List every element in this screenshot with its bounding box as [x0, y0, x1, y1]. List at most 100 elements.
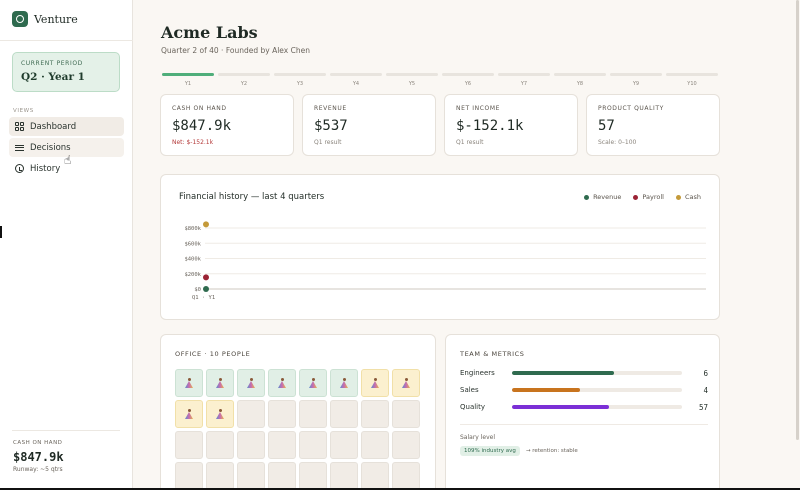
desk-occupied[interactable] — [330, 369, 358, 397]
desk-empty[interactable] — [206, 431, 234, 459]
legend-label: Payroll — [642, 193, 664, 201]
stat-value: $-152.1k — [456, 118, 524, 134]
timeline-label: Y6 — [464, 81, 472, 87]
metric-name: Sales — [460, 386, 479, 394]
desk-empty[interactable] — [175, 462, 203, 490]
timeline-segment — [442, 73, 494, 76]
desk-empty[interactable] — [330, 431, 358, 459]
metric-value: 6 — [703, 368, 708, 378]
metric-row-sales: Sales 4 — [460, 385, 708, 395]
legend-dot — [633, 194, 639, 200]
desk-empty[interactable] — [299, 462, 327, 490]
desk-occupied[interactable] — [392, 369, 420, 397]
timeline-label: Y2 — [240, 81, 248, 87]
timeline-label: Y7 — [520, 81, 528, 87]
stat-label: Cash on hand — [172, 105, 227, 112]
desk-occupied[interactable] — [361, 369, 389, 397]
legend-label: Cash — [684, 193, 701, 201]
timeline-label: Y1 — [184, 81, 192, 87]
metric-bar-track — [512, 388, 682, 392]
data-point-cash[interactable] — [203, 221, 209, 228]
sidebar-item-label: History — [30, 163, 61, 174]
timeline-segment — [610, 73, 662, 76]
desk-empty[interactable] — [237, 400, 265, 428]
y-tick-label: $600k — [184, 241, 201, 247]
desk-empty[interactable] — [237, 462, 265, 490]
person-icon — [185, 409, 193, 419]
person-icon — [371, 378, 379, 388]
desk-occupied[interactable] — [299, 369, 327, 397]
timeline-segment — [498, 73, 550, 76]
salary-note: → retention: stable — [525, 448, 578, 454]
divider — [460, 424, 708, 425]
person-icon — [309, 378, 317, 388]
sidebar-runway: Runway: ~5 qtrs — [13, 466, 63, 473]
metric-value: 57 — [698, 402, 708, 412]
desk-empty[interactable] — [268, 462, 296, 490]
sidebar-cash-label: Cash on hand — [13, 440, 63, 446]
divider — [12, 430, 120, 431]
person-icon — [340, 378, 348, 388]
desk-empty[interactable] — [392, 400, 420, 428]
desk-occupied[interactable] — [175, 369, 203, 397]
salary-badge[interactable]: 109% industry avg — [460, 446, 520, 456]
metric-bar-fill — [512, 405, 609, 409]
desk-occupied[interactable] — [206, 369, 234, 397]
timeline-segment — [386, 73, 438, 76]
desk-empty[interactable] — [330, 462, 358, 490]
sidebar-item-label: Decisions — [30, 142, 71, 153]
metric-name: Engineers — [460, 369, 495, 377]
chart-legend: Revenue Payroll Cash — [584, 193, 701, 201]
financial-history-chart: $0 $200k $400k $600k $800k Q1 · Y1 Financial … — [160, 174, 720, 320]
stat-card-revenue: Revenue $537 Q1 result — [302, 94, 436, 156]
sidebar: Venture Current period Q2 · Year 1 Views… — [0, 0, 133, 490]
data-point-revenue[interactable] — [203, 285, 209, 292]
desk-empty[interactable] — [206, 462, 234, 490]
desk-empty[interactable] — [392, 431, 420, 459]
desk-empty[interactable] — [330, 400, 358, 428]
desk-empty[interactable] — [299, 400, 327, 428]
desk-empty[interactable] — [268, 400, 296, 428]
desk-empty[interactable] — [268, 431, 296, 459]
views-label: Views — [13, 108, 34, 114]
timeline-label: Y9 — [632, 81, 640, 87]
y-tick-label: $400k — [184, 257, 201, 263]
desk-occupied[interactable] — [268, 369, 296, 397]
desk-empty[interactable] — [361, 400, 389, 428]
app-name: Venture — [34, 12, 78, 26]
stat-label: Revenue — [314, 105, 347, 112]
desk-occupied[interactable] — [237, 369, 265, 397]
stat-value: 57 — [598, 118, 615, 134]
person-icon — [402, 378, 410, 388]
chart-title: Financial history — last 4 quarters — [179, 192, 325, 202]
stat-card-product-quality: Product quality 57 Scale: 0–100 — [586, 94, 720, 156]
desk-empty[interactable] — [299, 431, 327, 459]
desk-empty[interactable] — [392, 462, 420, 490]
desk-occupied[interactable] — [175, 400, 203, 428]
brand[interactable]: Venture — [12, 11, 78, 27]
metric-bar-track — [512, 371, 682, 375]
desk-empty[interactable] — [361, 431, 389, 459]
pointer-cursor-icon: ☝ — [64, 153, 72, 167]
timeline-label: Y8 — [576, 81, 584, 87]
desk-empty[interactable] — [237, 431, 265, 459]
scrollbar[interactable] — [796, 0, 800, 440]
legend-dot — [584, 194, 590, 200]
legend-dot — [675, 194, 681, 200]
x-tick-label: Q1 · Y1 — [192, 295, 215, 301]
sidebar-item-dashboard[interactable]: Dashboard — [9, 117, 124, 136]
team-title: Team & metrics — [460, 350, 525, 358]
desk-occupied[interactable] — [206, 400, 234, 428]
list-icon — [15, 143, 24, 152]
timeline-segment — [218, 73, 270, 76]
desk-empty[interactable] — [175, 431, 203, 459]
office-title: Office · 10 people — [175, 350, 251, 358]
current-period-card: Current period Q2 · Year 1 — [12, 52, 120, 92]
sidebar-cash-value: $847.9k — [13, 450, 64, 464]
metric-name: Quality — [460, 403, 486, 411]
data-point-payroll[interactable] — [203, 274, 209, 281]
desk-empty[interactable] — [361, 462, 389, 490]
timeline-label: Y10 — [687, 81, 697, 87]
metric-row-engineers: Engineers 6 — [460, 368, 708, 378]
scrollbar-thumb[interactable] — [796, 0, 799, 440]
